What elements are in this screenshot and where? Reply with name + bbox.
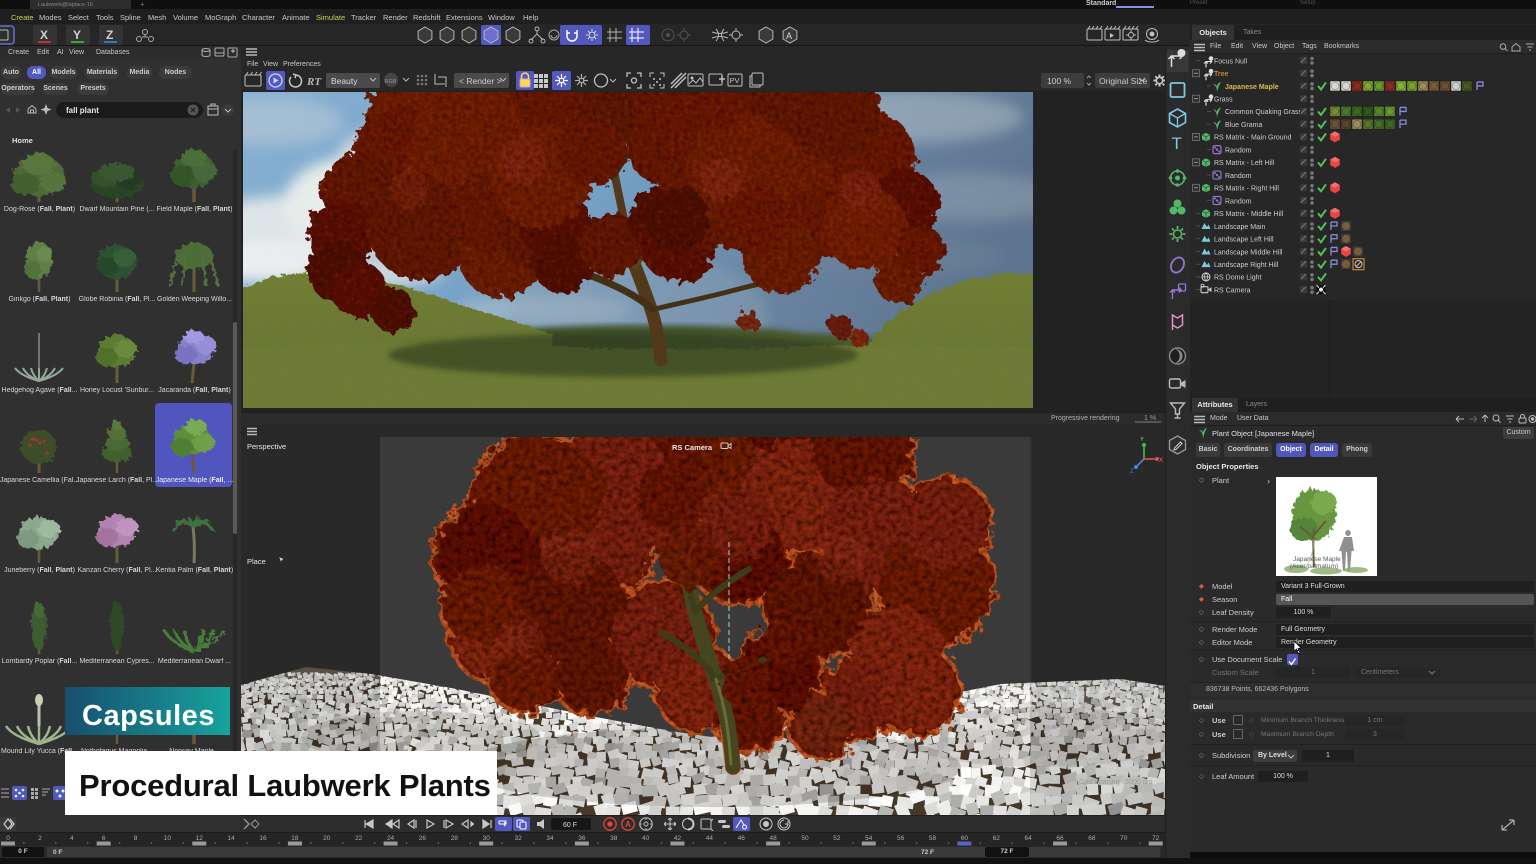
svg-text:66: 66	[1056, 835, 1064, 842]
svg-text:20: 20	[323, 835, 331, 842]
svg-text:Landscape Main: Landscape Main	[1214, 224, 1265, 231]
svg-text:(Acer palmatum): (Acer palmatum)	[1290, 563, 1338, 570]
svg-text:32: 32	[514, 835, 522, 842]
svg-text:RGB: RGB	[385, 79, 397, 85]
svg-text:4: 4	[70, 835, 74, 842]
svg-text:Z: Z	[1130, 469, 1134, 475]
svg-text:Random: Random	[1225, 173, 1252, 180]
svg-text:72: 72	[1152, 835, 1160, 842]
svg-text:RS Matrix - Main Ground: RS Matrix - Main Ground	[1214, 135, 1292, 142]
svg-text:Common Quaking Grass: Common Quaking Grass	[1225, 109, 1303, 116]
svg-text:52: 52	[833, 835, 841, 842]
svg-text:12: 12	[196, 835, 204, 842]
svg-text:X: X	[1159, 458, 1163, 464]
svg-text:Random: Random	[1225, 198, 1252, 205]
svg-text:Landscape Right Hill: Landscape Right Hill	[1214, 262, 1279, 269]
svg-text:Perspective: Perspective	[247, 442, 286, 451]
svg-text:Original Size: Original Size	[1099, 76, 1147, 86]
svg-text:Landscape Middle Hill: Landscape Middle Hill	[1214, 249, 1283, 256]
svg-text:68: 68	[1088, 835, 1096, 842]
svg-text:56: 56	[897, 835, 905, 842]
svg-text:58: 58	[929, 835, 937, 842]
svg-text:Beauty: Beauty	[331, 76, 358, 86]
svg-text:PV: PV	[730, 76, 740, 85]
svg-text:24: 24	[387, 835, 395, 842]
svg-text:10: 10	[164, 835, 172, 842]
svg-text:T: T	[1172, 134, 1182, 153]
svg-text:A: A	[625, 820, 631, 829]
svg-text:Tree: Tree	[1214, 71, 1229, 78]
svg-text:34: 34	[546, 835, 554, 842]
svg-text:44: 44	[706, 835, 714, 842]
svg-text:62: 62	[993, 835, 1001, 842]
svg-text:22: 22	[355, 835, 363, 842]
svg-text:2: 2	[38, 835, 42, 842]
svg-text:RS Matrix - Middle Hill: RS Matrix - Middle Hill	[1214, 211, 1284, 218]
svg-text:26: 26	[419, 835, 427, 842]
svg-text:46: 46	[738, 835, 746, 842]
svg-text:Japanese Maple: Japanese Maple	[1225, 84, 1279, 91]
svg-text:RT: RT	[306, 76, 322, 88]
svg-text:28: 28	[451, 835, 459, 842]
svg-text:Y: Y	[1140, 437, 1144, 443]
svg-text:Landscape Left Hill: Landscape Left Hill	[1214, 237, 1274, 244]
svg-text:14: 14	[228, 835, 236, 842]
svg-text:A: A	[786, 31, 792, 41]
svg-text:RS Camera: RS Camera	[672, 443, 713, 452]
svg-text:8: 8	[134, 835, 138, 842]
svg-text:100 %: 100 %	[1047, 76, 1072, 86]
svg-text:50: 50	[801, 835, 809, 842]
svg-text:18: 18	[291, 835, 299, 842]
svg-text:42: 42	[674, 835, 682, 842]
svg-text:RS Matrix - Left Hill: RS Matrix - Left Hill	[1214, 160, 1275, 167]
svg-text:6: 6	[102, 835, 106, 842]
svg-text:60: 60	[961, 835, 969, 842]
svg-text:60 F: 60 F	[563, 822, 577, 829]
svg-text:Grass: Grass	[1214, 96, 1233, 103]
svg-text:38: 38	[610, 835, 618, 842]
svg-text:RS Dome Light: RS Dome Light	[1214, 275, 1262, 282]
svg-text:54: 54	[865, 835, 873, 842]
svg-text:30: 30	[483, 835, 491, 842]
svg-text:RS Camera: RS Camera	[1214, 287, 1251, 294]
svg-text:64: 64	[1025, 835, 1033, 842]
svg-text:RS Matrix - Right Hill: RS Matrix - Right Hill	[1214, 186, 1279, 193]
svg-text:36: 36	[578, 835, 586, 842]
svg-text:40: 40	[642, 835, 650, 842]
svg-text:Place: Place	[247, 557, 266, 566]
svg-text:0: 0	[6, 835, 10, 842]
svg-text:70: 70	[1120, 835, 1128, 842]
svg-text:Random: Random	[1225, 147, 1252, 154]
svg-text:Japanese Maple: Japanese Maple	[1293, 556, 1341, 563]
svg-text:Grid Spacing : 5000 cm: Grid Spacing : 5000 cm	[1079, 779, 1152, 786]
svg-text:< Render >: < Render >	[459, 76, 502, 86]
svg-text:48: 48	[770, 835, 778, 842]
svg-text:Focus Null: Focus Null	[1214, 58, 1248, 65]
svg-text:fall plant: fall plant	[66, 106, 99, 115]
svg-text:16: 16	[259, 835, 267, 842]
svg-text:Blue Grama: Blue Grama	[1225, 122, 1262, 129]
